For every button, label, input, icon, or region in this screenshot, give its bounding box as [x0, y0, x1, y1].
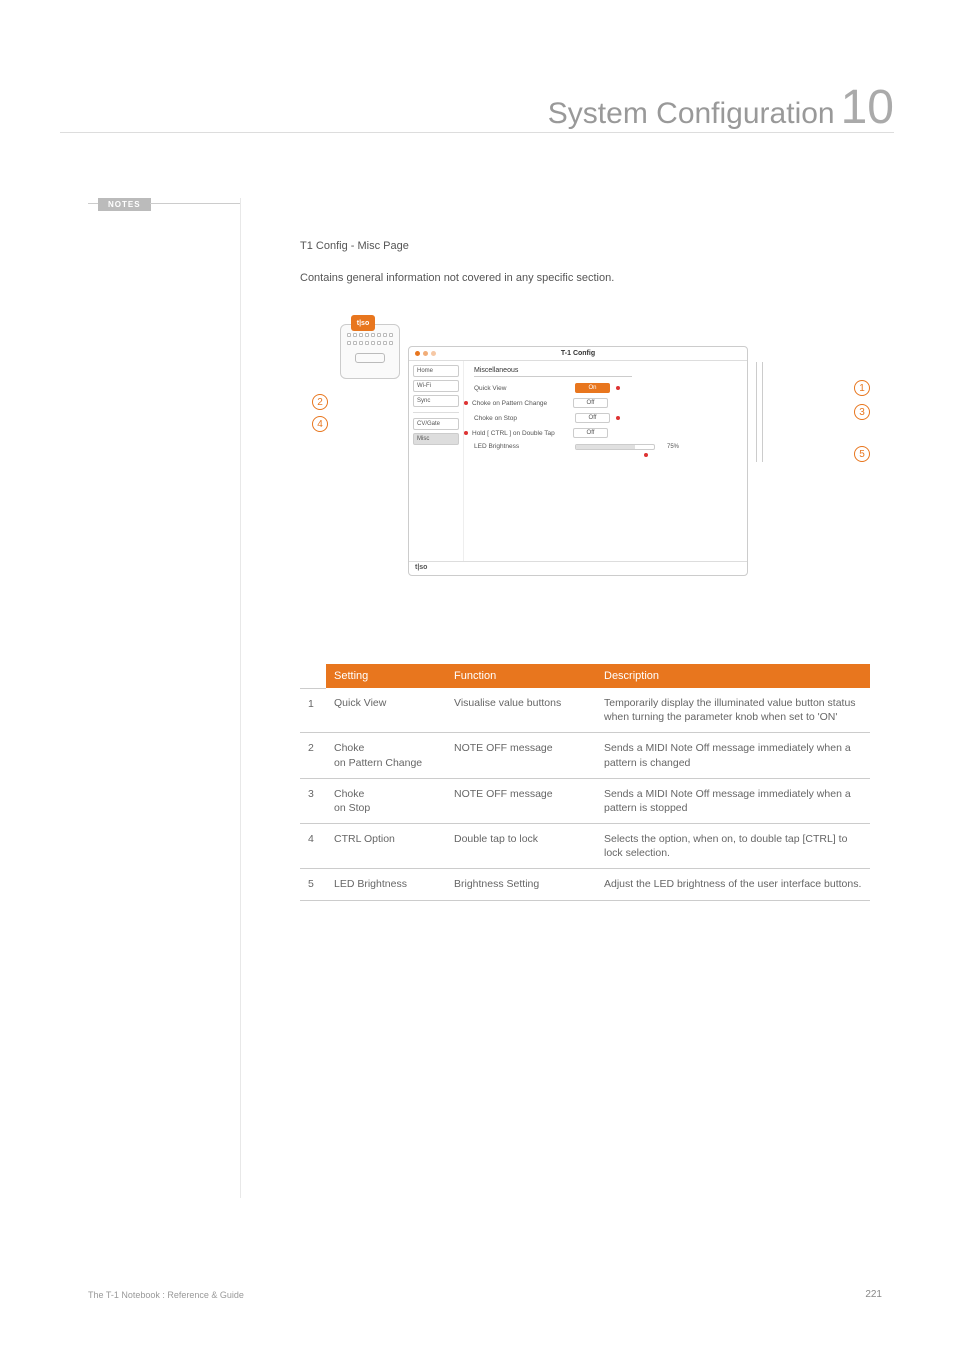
- row-function: NOTE OFF message: [446, 733, 596, 778]
- sidebar-item-wifi[interactable]: Wi-Fi: [413, 380, 459, 392]
- row-description: Sends a MIDI Note Off message immediatel…: [596, 778, 870, 823]
- table-row: 1 Quick View Visualise value buttons Tem…: [300, 688, 870, 733]
- row-description: Sends a MIDI Note Off message immediatel…: [596, 733, 870, 778]
- setting-row-choke-stop: Choke on Stop Off: [474, 413, 737, 423]
- table-row: 4 CTRL Option Double tap to lock Selects…: [300, 824, 870, 869]
- callout-guide: [762, 362, 763, 462]
- setting-row-choke-pattern: Choke on Pattern Change Off: [474, 398, 737, 408]
- row-number: 4: [300, 824, 326, 869]
- notes-divider: [240, 198, 241, 1198]
- callout-3: 3: [854, 404, 870, 420]
- close-icon[interactable]: [415, 351, 420, 356]
- setting-label: Choke on Pattern Change: [472, 400, 567, 407]
- notes-rule-left: [88, 203, 98, 204]
- header-chapter: 10: [841, 80, 894, 135]
- callout-2: 2: [312, 394, 328, 410]
- table-header-blank: [300, 664, 326, 688]
- setting-toggle-on[interactable]: On: [575, 383, 610, 393]
- footer-doc-title: The T-1 Notebook : Reference & Guide: [88, 1290, 244, 1300]
- setting-row-ctrl-hold: Hold [ CTRL ] on Double Tap Off: [474, 428, 737, 438]
- row-number: 1: [300, 688, 326, 733]
- row-function: Double tap to lock: [446, 824, 596, 869]
- setting-label: LED Brightness: [474, 443, 569, 450]
- table-header-function: Function: [446, 664, 596, 688]
- sidebar-separator: [413, 412, 459, 413]
- row-setting: Choke on Pattern Change: [326, 733, 446, 778]
- table-row: 2 Choke on Pattern Change NOTE OFF messa…: [300, 733, 870, 778]
- sidebar-item-misc[interactable]: Misc: [413, 433, 459, 445]
- brightness-value: 75%: [667, 444, 679, 450]
- row-number: 3: [300, 778, 326, 823]
- config-window: T-1 Config Home Wi-Fi Sync CV/Gate Misc …: [408, 346, 748, 576]
- row-setting: Quick View: [326, 688, 446, 733]
- row-function: Visualise value buttons: [446, 688, 596, 733]
- setting-toggle-off[interactable]: Off: [575, 413, 610, 423]
- table-row: 3 Choke on Stop NOTE OFF message Sends a…: [300, 778, 870, 823]
- setting-label: Choke on Stop: [474, 415, 569, 422]
- sidebar-item-cvgate[interactable]: CV/Gate: [413, 418, 459, 430]
- settings-table: Setting Function Description 1 Quick Vie…: [300, 664, 870, 901]
- setting-row-quick-view: Quick View On: [474, 383, 737, 393]
- sidebar-item-home[interactable]: Home: [413, 365, 459, 377]
- callout-marker-icon: [616, 416, 620, 420]
- config-diagram: t|so T-1 Config Home Wi-Fi Sync: [340, 324, 830, 584]
- row-setting: Choke on Stop: [326, 778, 446, 823]
- callout-marker-icon: [616, 386, 620, 390]
- panel-rule: [474, 376, 632, 377]
- row-number: 5: [300, 869, 326, 900]
- section-description: Contains general information not covered…: [300, 272, 870, 284]
- callout-4: 4: [312, 416, 328, 432]
- page-header: System Configuration 10: [548, 80, 894, 135]
- setting-label: Hold [ CTRL ] on Double Tap: [472, 430, 567, 437]
- callout-marker-icon: [464, 401, 468, 405]
- row-description: Selects the option, when on, to double t…: [596, 824, 870, 869]
- table-header-setting: Setting: [326, 664, 446, 688]
- minimize-icon[interactable]: [423, 351, 428, 356]
- hardware-unit-illustration: t|so: [340, 324, 400, 379]
- table-header-description: Description: [596, 664, 870, 688]
- window-footer: t|so: [409, 561, 747, 575]
- notes-rule-right: [150, 203, 240, 204]
- panel-title: Miscellaneous: [474, 367, 737, 374]
- notes-tab: NOTES: [98, 198, 151, 211]
- setting-toggle-off[interactable]: Off: [573, 398, 608, 408]
- footer-page-number: 221: [865, 1289, 882, 1300]
- window-title: T-1 Config: [561, 350, 595, 357]
- row-description: Temporarily display the illuminated valu…: [596, 688, 870, 733]
- zoom-icon[interactable]: [431, 351, 436, 356]
- row-description: Adjust the LED brightness of the user in…: [596, 869, 870, 900]
- row-function: NOTE OFF message: [446, 778, 596, 823]
- row-number: 2: [300, 733, 326, 778]
- brightness-slider[interactable]: [575, 444, 655, 450]
- setting-toggle-off[interactable]: Off: [573, 428, 608, 438]
- config-main-panel: Miscellaneous Quick View On Choke on Pat…: [464, 361, 747, 561]
- setting-label: Quick View: [474, 385, 569, 392]
- header-rule: [60, 132, 894, 133]
- row-function: Brightness Setting: [446, 869, 596, 900]
- hardware-badge: t|so: [351, 315, 375, 331]
- traffic-lights[interactable]: [415, 351, 436, 356]
- sidebar-item-sync[interactable]: Sync: [413, 395, 459, 407]
- row-setting: CTRL Option: [326, 824, 446, 869]
- callout-guide: [756, 362, 757, 462]
- callout-marker-icon: [464, 431, 468, 435]
- row-setting: LED Brightness: [326, 869, 446, 900]
- callout-marker-icon: [644, 453, 648, 457]
- window-titlebar: T-1 Config: [409, 347, 747, 361]
- callout-5: 5: [854, 446, 870, 462]
- section-title: T1 Config - Misc Page: [300, 240, 870, 252]
- table-row: 5 LED Brightness Brightness Setting Adju…: [300, 869, 870, 900]
- header-title: System Configuration: [548, 97, 835, 131]
- window-body: Home Wi-Fi Sync CV/Gate Misc Miscellaneo…: [409, 361, 747, 561]
- table-header-row: Setting Function Description: [300, 664, 870, 688]
- config-sidebar: Home Wi-Fi Sync CV/Gate Misc: [409, 361, 464, 561]
- setting-row-led-brightness: LED Brightness 75%: [474, 443, 737, 450]
- content-area: T1 Config - Misc Page Contains general i…: [300, 240, 870, 901]
- callout-1: 1: [854, 380, 870, 396]
